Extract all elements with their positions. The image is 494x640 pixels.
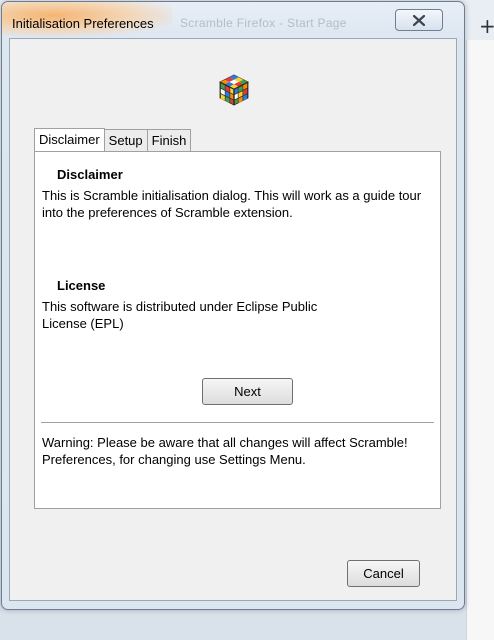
dialog-client-area: Disclaimer Setup Finish Disclaimer This … [9, 38, 457, 601]
close-button[interactable] [395, 9, 443, 31]
rubiks-cube-icon [219, 74, 249, 106]
license-text: This software is distributed under Eclip… [42, 299, 318, 331]
tab-setup[interactable]: Setup [103, 129, 148, 151]
tab-bar: Disclaimer Setup Finish [34, 128, 192, 151]
new-tab-button[interactable]: + [479, 16, 494, 40]
background-browser-edge [466, 40, 494, 640]
disclaimer-text: This is Scramble initialisation dialog. … [42, 188, 422, 220]
desktop: + Scramble Firefox - Start Page Initiali… [0, 0, 494, 640]
dialog-title: Initialisation Preferences [12, 16, 154, 31]
cancel-button[interactable]: Cancel [347, 560, 420, 587]
disclaimer-heading: Disclaimer [57, 167, 123, 182]
tab-panel-disclaimer: Disclaimer This is Scramble initialisati… [34, 151, 441, 509]
close-icon [413, 14, 425, 26]
next-button[interactable]: Next [202, 378, 293, 405]
divider [41, 422, 434, 424]
warning-text: Warning: Please be aware that all change… [42, 435, 408, 467]
tab-finish[interactable]: Finish [146, 129, 192, 151]
preferences-dialog: Scramble Firefox - Start Page Initialisa… [1, 1, 465, 610]
background-window-title: Scramble Firefox - Start Page [180, 16, 347, 30]
license-heading: License [57, 278, 106, 293]
tab-disclaimer[interactable]: Disclaimer [34, 128, 105, 151]
